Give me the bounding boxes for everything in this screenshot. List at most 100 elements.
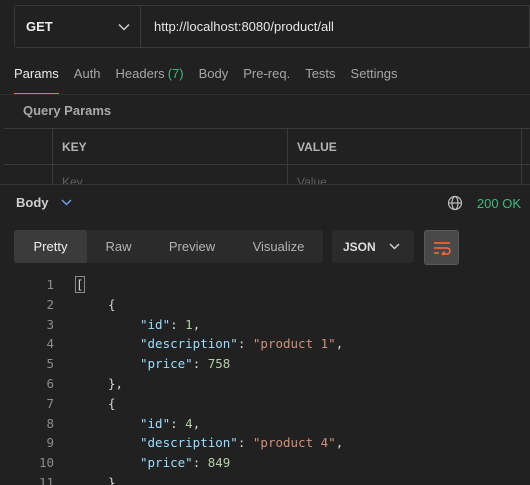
request-tabs: Params Auth Headers (7) Body Pre-req. Tests Set… <box>14 66 413 95</box>
chevron-down-icon <box>389 243 400 250</box>
code-token: 4 <box>185 415 193 431</box>
code-token: : <box>170 316 186 332</box>
value-column-header: VALUE <box>288 129 522 164</box>
tab-tests[interactable]: Tests <box>305 66 335 86</box>
code-line: 8 "id": 4, <box>0 414 530 434</box>
wrap-lines-icon <box>433 241 451 255</box>
line-number: 8 <box>46 415 54 431</box>
tab-label: Auth <box>73 66 101 81</box>
code-line: 7{ <box>0 394 530 414</box>
checkbox-column-header <box>4 129 53 164</box>
code-token: 1 <box>185 316 193 332</box>
language-select[interactable]: JSON <box>332 230 414 263</box>
code-text: "description": "product 1", <box>140 334 343 354</box>
code-token: : <box>237 336 253 352</box>
code-token: "price" <box>140 455 193 471</box>
line-number: 2 <box>46 296 54 312</box>
response-status: 200 OK <box>447 195 521 211</box>
code-line: 10 "price": 849 <box>0 453 530 473</box>
line-number: 4 <box>46 336 54 352</box>
table-header-row: KEY VALUE <box>4 129 530 165</box>
chevron-down-icon <box>60 199 72 206</box>
code-text: { <box>108 394 116 414</box>
code-token: "id" <box>140 316 171 332</box>
code-token: : <box>192 356 208 372</box>
code-text: "price": 849 <box>140 453 230 473</box>
tabs-divider <box>0 94 530 95</box>
format-tab-visualize[interactable]: Visualize <box>234 230 323 263</box>
code-token: { <box>108 395 116 411</box>
code-text: } <box>108 473 116 485</box>
method-select[interactable]: GET <box>15 6 141 47</box>
key-column-header: KEY <box>53 129 288 164</box>
query-params-title: Query Params <box>23 103 112 118</box>
code-token: "description" <box>140 435 238 451</box>
tab-label: Tests <box>305 66 336 81</box>
tab-label: Settings <box>350 66 398 81</box>
response-body-dropdown[interactable]: Body <box>16 195 72 210</box>
code-token: , <box>192 415 201 431</box>
wrap-lines-button[interactable] <box>424 230 459 265</box>
code-line: 2{ <box>0 295 530 315</box>
code-line: 4 "description": "product 1", <box>0 334 530 354</box>
code-line: 11} <box>0 473 530 485</box>
code-token: , <box>335 336 344 352</box>
code-token: "price" <box>140 356 193 372</box>
tab-label: Pre-req. <box>243 66 291 81</box>
code-token: { <box>108 296 116 312</box>
key-input[interactable]: Key <box>53 165 288 186</box>
format-tab-pretty[interactable]: Pretty <box>14 230 87 263</box>
code-token: "product 4" <box>252 435 336 451</box>
code-line: 5 "price": 758 <box>0 354 530 374</box>
code-text: "id": 4, <box>140 414 200 434</box>
code-line: 6}, <box>0 374 530 394</box>
tab-headers[interactable]: Headers (7) <box>116 66 184 86</box>
line-number: 7 <box>46 395 54 411</box>
code-token: "description" <box>140 336 238 352</box>
tab-auth[interactable]: Auth <box>74 66 101 86</box>
table-row: Key Value <box>4 165 530 186</box>
code-token: : <box>192 455 208 471</box>
line-number: 9 <box>46 435 54 451</box>
url-input[interactable]: http://localhost:8080/product/all <box>141 6 529 47</box>
tab-label: Headers <box>115 66 165 81</box>
format-tab-preview[interactable]: Preview <box>150 230 234 263</box>
code-token: }, <box>108 375 124 391</box>
code-token: 849 <box>207 455 231 471</box>
method-label: GET <box>26 19 53 34</box>
code-text: "description": "product 4", <box>140 433 343 453</box>
query-params-table: KEY VALUE Key Value <box>4 128 530 186</box>
format-tab-raw[interactable]: Raw <box>87 230 150 263</box>
code-token: "id" <box>140 415 171 431</box>
tab-body[interactable]: Body <box>199 66 229 86</box>
tab-params[interactable]: Params <box>14 66 59 95</box>
code-text: "price": 758 <box>140 354 230 374</box>
tab-settings[interactable]: Settings <box>351 66 398 86</box>
globe-icon[interactable] <box>447 195 463 211</box>
code-token: } <box>108 474 116 485</box>
chevron-down-icon <box>118 23 130 31</box>
code-text: { <box>108 295 116 315</box>
response-code: 1[2{3 "id": 1, 4 "description": "product 1"… <box>0 275 530 485</box>
code-token: "product 1" <box>252 336 336 352</box>
tab-label: Params <box>14 66 59 81</box>
line-number: 1 <box>46 277 54 292</box>
code-token: , <box>335 435 344 451</box>
code-text: }, <box>108 374 123 394</box>
line-number: 10 <box>38 455 54 471</box>
code-text: [ <box>75 275 85 295</box>
code-token: [ <box>75 276 85 293</box>
response-pane: Body 200 OK Pretty Raw Preview Visualize JS… <box>0 184 530 485</box>
value-input[interactable]: Value <box>288 165 522 186</box>
line-number: 11 <box>38 474 54 485</box>
response-title: Body <box>16 195 49 210</box>
tab-label: Body <box>198 66 229 81</box>
code-line: 3 "id": 1, <box>0 315 530 335</box>
code-token: : <box>170 415 186 431</box>
code-token: : <box>237 435 253 451</box>
code-text: "id": 1, <box>140 315 200 335</box>
tab-pre-req[interactable]: Pre-req. <box>243 66 290 86</box>
format-tabs: Pretty Raw Preview Visualize <box>14 230 323 263</box>
status-code: 200 OK <box>476 195 521 211</box>
line-number: 3 <box>46 316 54 332</box>
